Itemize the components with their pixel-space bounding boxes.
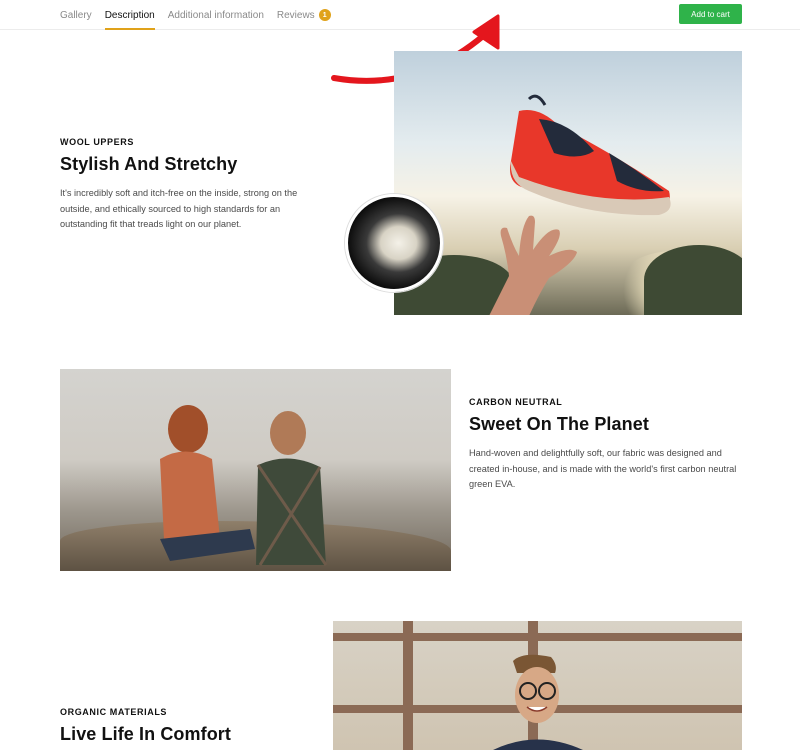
section-1-body: It's incredibly soft and itch-free on th… — [60, 188, 298, 229]
tab-additional-information[interactable]: Additional information — [168, 0, 264, 30]
tab-reviews-label: Reviews — [276, 9, 315, 21]
raised-hand-illustration — [489, 215, 577, 315]
add-to-cart-button[interactable]: Add to cart — [679, 4, 742, 24]
section-2-eyebrow: CARBON NEUTRAL — [469, 397, 563, 407]
tab-description-label: Description — [104, 9, 155, 21]
tab-reviews[interactable]: Reviews 1 — [277, 0, 331, 30]
tab-additional-information-label: Additional information — [167, 9, 264, 21]
wool-closeup-swatch — [345, 194, 443, 292]
tab-description[interactable]: Description — [104, 0, 155, 30]
section-3-eyebrow: ORGANIC MATERIALS — [60, 707, 168, 717]
section-1-eyebrow: WOOL UPPERS — [60, 137, 134, 147]
tree-foliage — [644, 245, 742, 315]
reviews-count-badge: 1 — [318, 9, 331, 21]
couple-photo — [60, 369, 451, 571]
section-2-body: Hand-woven and delightfully soft, our fa… — [469, 448, 737, 489]
section-3-title: Live Life In Comfort — [60, 724, 232, 744]
tab-gallery-label: Gallery — [60, 9, 92, 21]
section-2-title: Sweet On The Planet — [469, 414, 649, 434]
man-photo — [333, 621, 742, 750]
tab-gallery[interactable]: Gallery — [60, 0, 92, 30]
tab-list: Gallery Description Additional informati… — [60, 0, 344, 30]
railing-post — [403, 621, 413, 750]
smiling-man-illustration — [493, 654, 583, 750]
section-1-title: Stylish And Stretchy — [60, 154, 238, 174]
shoe-photo — [394, 51, 742, 315]
couple-illustration — [160, 405, 328, 566]
